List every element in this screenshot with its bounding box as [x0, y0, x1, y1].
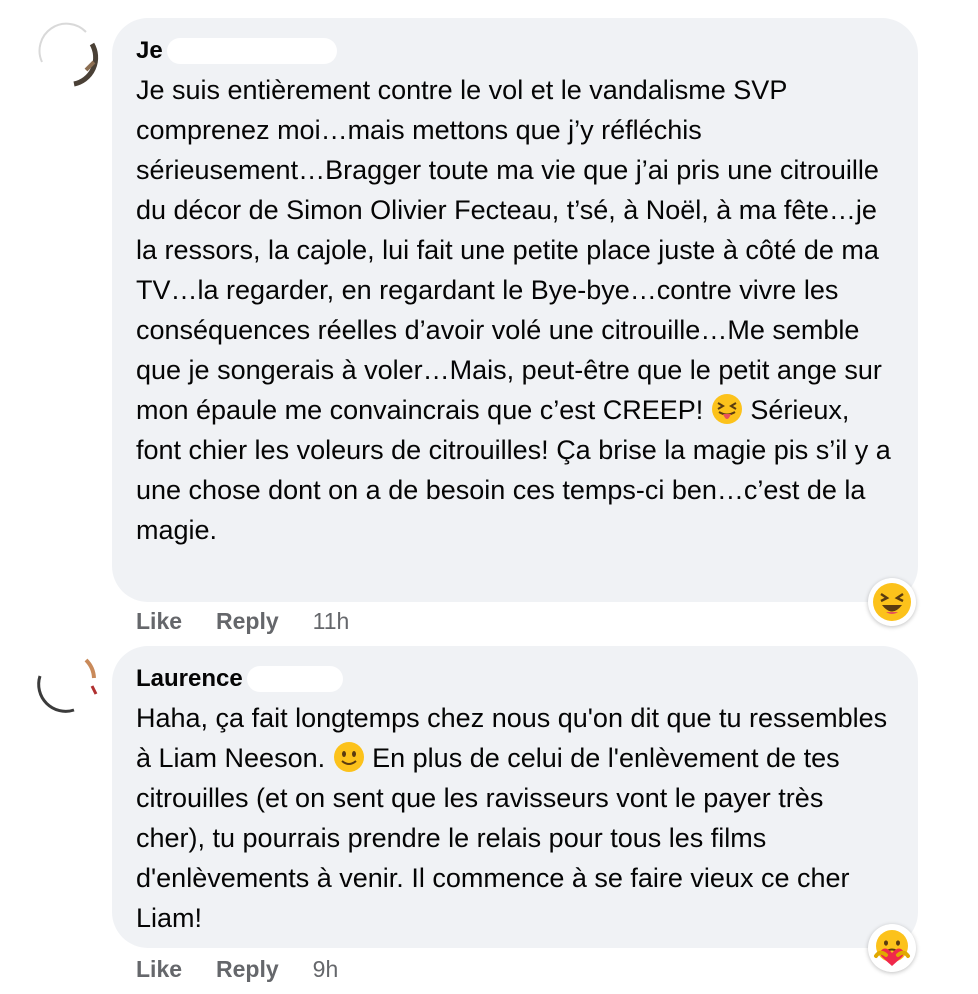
comment-text-part: Je suis entièrement contre le vol et le … — [136, 75, 882, 425]
comment-timestamp[interactable]: 11h — [313, 608, 350, 635]
avatar[interactable] — [34, 648, 100, 714]
author-name[interactable]: Laurence — [136, 665, 243, 693]
comment-actions: Like Reply 9h — [136, 954, 338, 984]
author-name[interactable]: Je — [136, 37, 163, 65]
redacted-surname — [246, 666, 343, 692]
comment-timestamp[interactable]: 9h — [313, 956, 339, 983]
comment-author[interactable]: Laurence — [136, 664, 894, 694]
redacted-surname — [166, 38, 337, 64]
avatar[interactable] — [34, 22, 100, 88]
laughing-reaction-icon[interactable] — [868, 578, 916, 626]
comment-text: Je suis entièrement contre le vol et le … — [136, 70, 894, 550]
like-button[interactable]: Like — [136, 608, 182, 635]
reply-button[interactable]: Reply — [216, 956, 279, 983]
squinting-tongue-emoji — [711, 393, 743, 425]
comment-bubble: Je Je suis entièrement contre le vol et … — [112, 18, 918, 602]
comment-author[interactable]: Je — [136, 36, 894, 66]
comment-bubble: Laurence Haha, ça fait longtemps chez no… — [112, 646, 918, 948]
care-reaction-icon[interactable] — [868, 924, 916, 972]
slight-smile-emoji — [333, 741, 365, 773]
comment-text: Haha, ça fait longtemps chez nous qu'on … — [136, 698, 894, 938]
comment-actions: Like Reply 11h — [136, 606, 349, 636]
reply-button[interactable]: Reply — [216, 608, 279, 635]
previous-comment-fragment — [0, 0, 978, 6]
like-button[interactable]: Like — [136, 956, 182, 983]
